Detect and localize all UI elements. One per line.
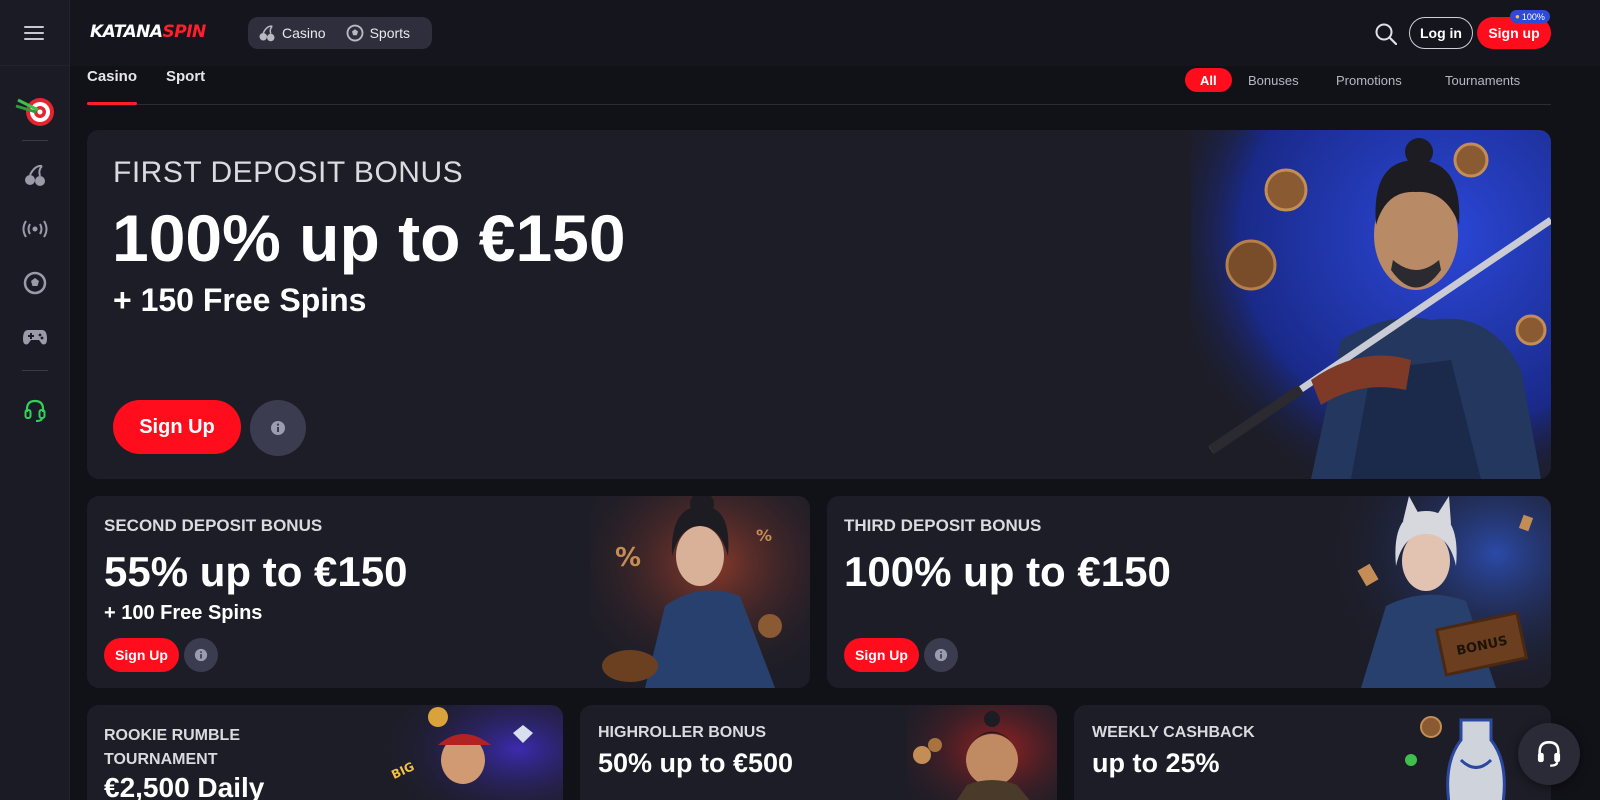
cashback-label: WEEKLY CASHBACK bbox=[1092, 724, 1255, 741]
sidebar-item-casino[interactable] bbox=[0, 155, 70, 195]
third-deposit-info-button[interactable] bbox=[924, 638, 958, 672]
filter-all[interactable]: All bbox=[1185, 68, 1232, 92]
hero-label: FIRST DEPOSIT BONUS bbox=[113, 156, 464, 189]
soccer-ball-icon bbox=[23, 271, 47, 295]
sidebar-item-live[interactable] bbox=[0, 209, 70, 249]
sub-navigation: Casino Sport All Bonuses Promotions Tour… bbox=[87, 66, 1551, 105]
bonus-badge: ● 100% bbox=[1510, 10, 1550, 23]
hero-signup-button[interactable]: Sign Up bbox=[113, 400, 241, 454]
second-deposit-label: SECOND DEPOSIT BONUS bbox=[104, 516, 323, 535]
tournament-label: ROOKIE RUMBLE TOURNAMENT bbox=[104, 727, 240, 768]
hero-info-button[interactable] bbox=[250, 400, 306, 456]
filter-tournaments[interactable]: Tournaments bbox=[1445, 68, 1520, 92]
live-broadcast-icon bbox=[22, 220, 48, 238]
info-icon bbox=[271, 421, 285, 435]
top-header: KATANASPIN Casino Sports Log in Sign up … bbox=[70, 0, 1600, 66]
sidebar-item-games[interactable] bbox=[0, 317, 70, 357]
search-icon bbox=[1375, 23, 1397, 45]
category-switch: Casino Sports bbox=[248, 17, 432, 49]
menu-icon bbox=[24, 25, 44, 40]
info-icon bbox=[934, 648, 948, 662]
highroller-title: 50% up to €500 bbox=[598, 748, 794, 778]
headset-icon bbox=[1537, 741, 1561, 767]
bonus-badge-text: 100% bbox=[1521, 11, 1545, 22]
category-sports-label: Sports bbox=[369, 25, 411, 41]
second-deposit-subtitle: + 100 Free Spins bbox=[104, 602, 263, 624]
filter-promotions[interactable]: Promotions bbox=[1336, 68, 1402, 92]
cashback-card: WEEKLY CASHBACK up to 25% bbox=[1074, 705, 1551, 800]
sidebar bbox=[0, 0, 70, 800]
second-deposit-signup-button[interactable]: Sign Up bbox=[104, 638, 179, 672]
filter-bonuses[interactable]: Bonuses bbox=[1248, 68, 1299, 92]
cherry-icon bbox=[25, 164, 45, 186]
second-deposit-title: 55% up to €150 bbox=[104, 548, 408, 595]
sidebar-divider bbox=[22, 370, 48, 371]
login-button[interactable]: Log in bbox=[1409, 17, 1473, 49]
category-sports-button[interactable]: Sports bbox=[336, 17, 420, 49]
soccer-ball-icon bbox=[346, 24, 364, 42]
sidebar-item-darts[interactable] bbox=[0, 88, 70, 132]
sumo-samurai-illustration bbox=[907, 705, 1057, 800]
cherry-icon bbox=[259, 25, 275, 42]
svg-text:%: % bbox=[615, 543, 641, 573]
cashback-title: up to 25% bbox=[1092, 748, 1220, 778]
geisha-illustration: % % bbox=[590, 496, 810, 688]
third-deposit-card: THIRD DEPOSIT BONUS 100% up to €150 Sign… bbox=[827, 496, 1551, 688]
hero-title: 100% up to €150 bbox=[112, 201, 626, 275]
tab-sport[interactable]: Sport bbox=[166, 68, 205, 85]
logo-text-katana: KATANA bbox=[90, 22, 163, 42]
logo-text-spin: SPIN bbox=[162, 22, 207, 42]
info-icon bbox=[194, 648, 208, 662]
sidebar-item-support[interactable] bbox=[0, 391, 70, 431]
sidebar-divider bbox=[22, 140, 48, 141]
tab-casino[interactable]: Casino bbox=[87, 68, 138, 105]
darts-icon bbox=[15, 98, 54, 126]
support-chat-button[interactable] bbox=[1518, 723, 1580, 785]
category-casino-label: Casino bbox=[282, 25, 326, 41]
tournament-card: ROOKIE RUMBLE TOURNAMENT €2,500 Daily BI… bbox=[87, 705, 563, 800]
fox-warrior-illustration: BONUS bbox=[1331, 496, 1551, 688]
third-deposit-label: THIRD DEPOSIT BONUS bbox=[844, 516, 1042, 535]
samurai-illustration bbox=[1191, 130, 1551, 479]
third-deposit-title: 100% up to €150 bbox=[844, 548, 1171, 595]
search-button[interactable] bbox=[1372, 20, 1400, 48]
highroller-card: HIGHROLLER BONUS 50% up to €500 bbox=[580, 705, 1057, 800]
hero-subtitle: + 150 Free Spins bbox=[113, 282, 367, 318]
tournament-title: €2,500 Daily bbox=[104, 772, 265, 800]
gift-icon: ● bbox=[1515, 12, 1520, 21]
second-deposit-info-button[interactable] bbox=[184, 638, 218, 672]
hero-promo-card: FIRST DEPOSIT BONUS 100% up to €150 + 15… bbox=[87, 130, 1551, 479]
gamepad-icon bbox=[23, 330, 47, 345]
highroller-label: HIGHROLLER BONUS bbox=[598, 724, 766, 741]
site-logo[interactable]: KATANASPIN bbox=[90, 22, 206, 42]
svg-text:%: % bbox=[756, 526, 772, 545]
headset-icon bbox=[24, 399, 46, 422]
sidebar-item-sports[interactable] bbox=[0, 263, 70, 303]
category-casino-button[interactable]: Casino bbox=[248, 17, 336, 49]
third-deposit-signup-button[interactable]: Sign Up bbox=[844, 638, 919, 672]
menu-button[interactable] bbox=[0, 0, 70, 66]
second-deposit-card: SECOND DEPOSIT BONUS 55% up to €150 + 10… bbox=[87, 496, 810, 688]
pirate-slot-illustration: BIG bbox=[383, 705, 563, 800]
